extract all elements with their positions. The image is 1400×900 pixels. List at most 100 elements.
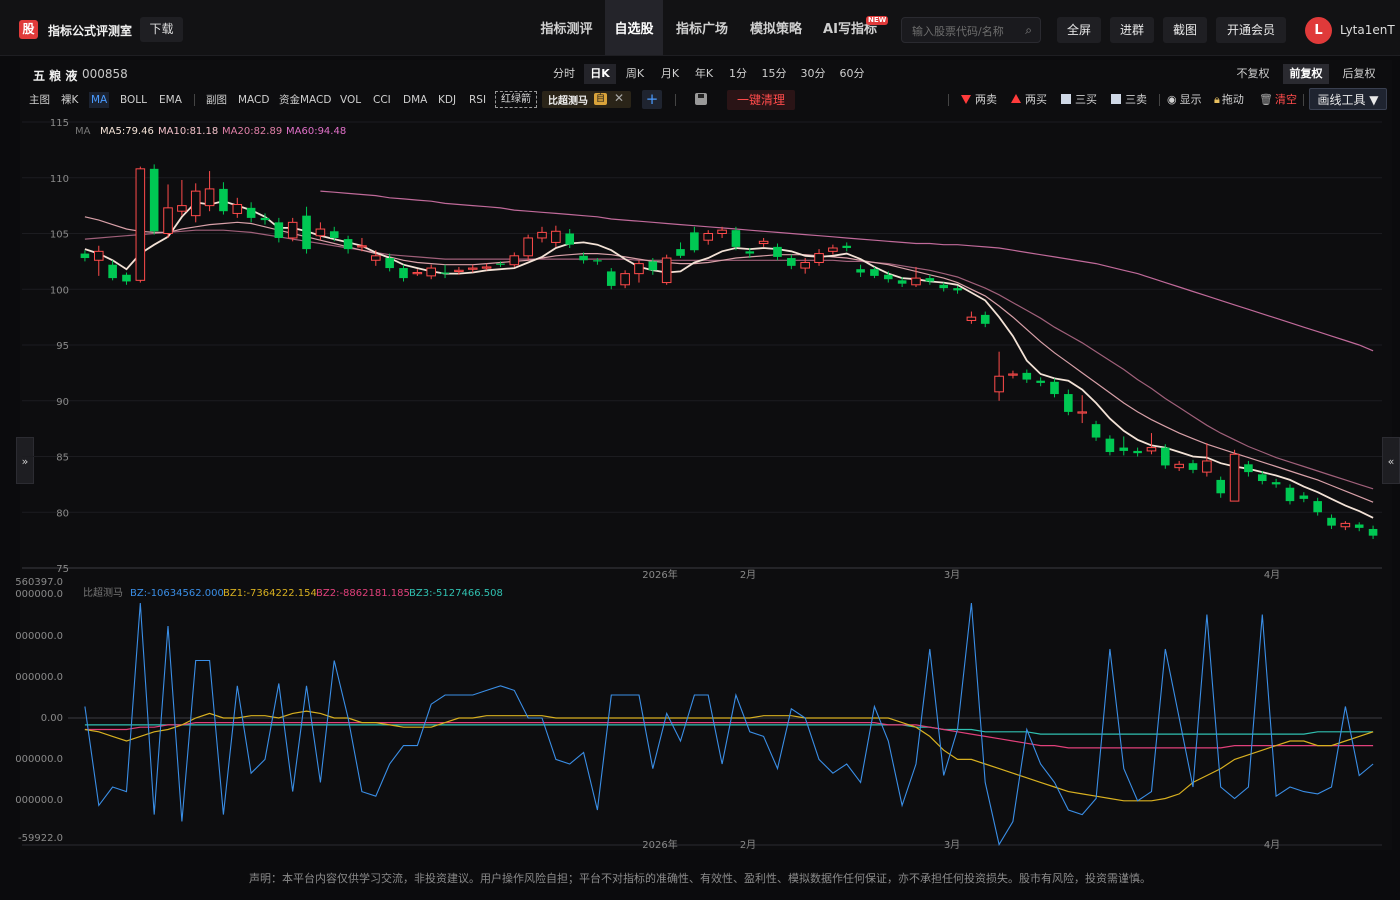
candle-body-down [648, 261, 658, 271]
candle-body-up [177, 205, 187, 212]
candlestick [1161, 444, 1170, 469]
candle-body-up [717, 229, 727, 234]
candlestick [1229, 449, 1240, 502]
candle-body-down [1050, 381, 1059, 395]
candlestick [287, 217, 298, 242]
candlestick [537, 226, 547, 243]
candlestick [1202, 443, 1212, 477]
candlestick [1133, 447, 1142, 457]
candle-body-up [828, 247, 838, 252]
candle-body-up [426, 267, 436, 277]
candlestick [1354, 522, 1364, 532]
candle-body-down [1091, 424, 1101, 438]
candle-body-down [925, 278, 935, 282]
candle-body-down [980, 314, 990, 324]
candlestick [523, 234, 533, 261]
candle-body-down [953, 288, 962, 291]
candlestick [690, 226, 699, 253]
kline-chart[interactable]: 115 110 105 100 95 90 85 80 75 2026年 2026年 2月 2月 3月 3月… [0, 0, 1400, 900]
candlestick [440, 264, 450, 279]
candle-body-down [676, 249, 685, 256]
y-tick-label: 85 [56, 453, 69, 464]
candle-body-down [219, 188, 228, 212]
candle-body-down [343, 239, 353, 250]
candle-body-down [1105, 438, 1115, 453]
candle-body-down [80, 253, 90, 259]
y-tick-label: 105 [50, 230, 69, 241]
candlestick [1368, 525, 1378, 540]
candlestick [856, 264, 865, 277]
candle-body-up [994, 375, 1004, 393]
candle-body-down [274, 222, 284, 238]
candlestick [246, 202, 256, 223]
candle-body-down [939, 284, 948, 289]
candlestick [232, 197, 243, 218]
candlestick [219, 182, 228, 215]
candlestick [122, 272, 131, 285]
candlestick [1340, 521, 1351, 531]
x-axis-label: 2026年 [642, 568, 677, 581]
candle-body-up [371, 255, 381, 261]
candlestick [787, 254, 796, 270]
candle-body-up [911, 277, 921, 286]
ma10-line [84, 216, 1374, 503]
candlestick [925, 274, 935, 285]
candle-body-down [690, 232, 699, 251]
candle-body-down [302, 215, 311, 250]
candle-body-down [565, 233, 575, 245]
candle-body-up [1008, 373, 1018, 376]
candle-body-up [537, 231, 547, 239]
sub-legend-label: 比超测马 [83, 586, 123, 599]
candle-body-up [703, 233, 714, 241]
candle-body-down [1022, 372, 1032, 380]
x-axis-label: 4月 [1264, 569, 1280, 581]
candle-body-down [122, 274, 131, 282]
candle-body-down [1036, 380, 1045, 383]
candlestick [980, 311, 990, 328]
y-tick-label: 100 [50, 285, 69, 296]
candle-body-down [856, 269, 865, 273]
candle-body-down [149, 168, 159, 232]
candlestick [315, 222, 326, 241]
candle-body-up [1174, 463, 1184, 469]
candlestick [204, 171, 215, 212]
candlestick [93, 245, 104, 276]
candle-body-up [1077, 411, 1087, 414]
candlestick [1050, 378, 1059, 398]
candle-body-down [385, 258, 394, 269]
candle-body-down [108, 264, 117, 279]
candle-body-down [883, 274, 893, 280]
candle-body-down [731, 230, 741, 247]
candlestick [703, 230, 714, 245]
candle-body-up [481, 266, 492, 269]
candlestick [190, 183, 201, 223]
candlestick [343, 235, 353, 254]
candle-body-up [758, 240, 769, 245]
candle-body-up [1340, 522, 1351, 528]
disclaimer: 声明：本平台内容仅供学习交流，非投资建议。用户操作风险自担；平台不对指标的准确性… [249, 872, 1151, 885]
candle-body-down [787, 258, 796, 266]
candlestick [80, 250, 90, 262]
ma20-legend: MA20:82.89 [222, 126, 282, 137]
candle-body-down [1216, 479, 1226, 494]
ma10-legend: MA10:81.18 [158, 126, 218, 137]
candle-body-down [870, 269, 879, 276]
candlestick [661, 254, 672, 285]
candle-body-up [620, 273, 630, 286]
candlestick [399, 264, 408, 282]
x-axis-label-sub: 4月 [1264, 839, 1280, 851]
candle-body-up [966, 316, 977, 321]
candle-body-down [496, 263, 505, 265]
candle-body-up [523, 237, 533, 257]
candlestick [731, 226, 741, 251]
candlestick [509, 252, 520, 267]
sub-indicator-lines [84, 602, 1374, 846]
candle-body-down [1244, 464, 1253, 473]
candle-body-down [1133, 450, 1142, 454]
candlestick [814, 249, 824, 266]
candlestick [773, 243, 782, 261]
candlestick [842, 242, 852, 252]
candle-body-down [1313, 501, 1322, 513]
sub-y-tick-label: 000000.0 [15, 672, 63, 683]
y-tick-label: 75 [56, 564, 69, 575]
